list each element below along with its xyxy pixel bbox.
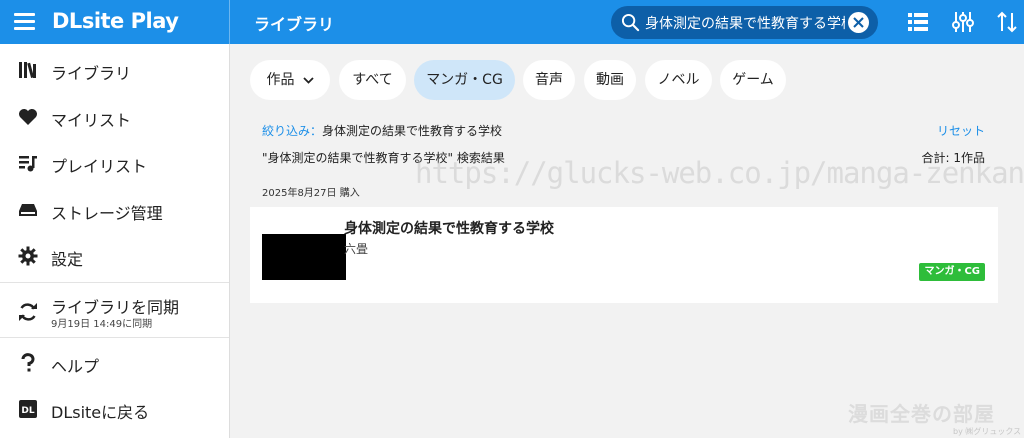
sidebar: ライブラリ マイリスト プレイリスト ストレージ管理 設定 ライブラリを同期 9… xyxy=(0,44,230,438)
storage-icon xyxy=(19,204,37,216)
sidebar-item-library[interactable]: ライブラリ xyxy=(0,47,229,93)
refine-key: 絞り込み： xyxy=(262,124,323,138)
filter-sliders-icon[interactable] xyxy=(951,10,975,34)
sidebar-item-label: ライブラリ xyxy=(51,64,132,83)
playlist-icon xyxy=(19,156,37,172)
hamburger-menu-icon[interactable] xyxy=(14,13,35,31)
sidebar-item-storage[interactable]: ストレージ管理 xyxy=(0,187,229,233)
chip-manga-cg[interactable]: マンガ・CG xyxy=(414,60,515,100)
sidebar-item-playlist[interactable]: プレイリスト xyxy=(0,140,229,186)
category-badge: マンガ・CG xyxy=(919,263,985,281)
chip-novel[interactable]: ノベル xyxy=(645,60,712,100)
heart-icon xyxy=(19,109,37,125)
work-title: 身体測定の結果で性教育する学校 xyxy=(344,221,554,237)
chip-audio[interactable]: 音声 xyxy=(523,60,575,100)
sort-icon[interactable] xyxy=(995,10,1019,34)
search-icon xyxy=(621,13,640,32)
refine-info: 絞り込み：身体測定の結果で性教育する学校 xyxy=(262,122,502,139)
svg-text:DL: DL xyxy=(21,406,34,416)
clear-search-icon[interactable] xyxy=(848,12,869,33)
reset-link[interactable]: リセット xyxy=(937,122,985,139)
page-title: ライブラリ xyxy=(254,15,335,34)
help-icon xyxy=(21,353,35,372)
watermark-url: https://glucks-web.co.jp/manga-zenkan/ xyxy=(415,156,1024,190)
sidebar-item-label: 設定 xyxy=(51,250,84,269)
gear-icon xyxy=(18,246,38,266)
work-type-dropdown[interactable]: 作品 xyxy=(250,60,330,100)
work-circle: 六畳 xyxy=(344,242,369,256)
library-icon xyxy=(19,62,36,78)
sidebar-item-label: プレイリスト xyxy=(51,157,148,176)
dropdown-label: 作品 xyxy=(266,72,295,88)
chevron-down-icon xyxy=(302,76,314,84)
list-view-icon[interactable] xyxy=(906,10,930,34)
work-thumbnail xyxy=(262,234,346,280)
top-bar: DLsite Play ライブラリ xyxy=(0,0,1024,44)
corner-watermark-logo: 漫画全巻の部屋 xyxy=(848,402,995,426)
last-sync-time: 9月19日 14:49に同期 xyxy=(51,319,153,330)
sidebar-item-back-to-dlsite[interactable]: DL DLsiteに戻る xyxy=(0,386,229,432)
sidebar-item-mylist[interactable]: マイリスト xyxy=(0,94,229,140)
sidebar-item-label: ヘルプ xyxy=(51,357,100,376)
work-card[interactable]: 身体測定の結果で性教育する学校 六畳 マンガ・CG xyxy=(250,207,998,303)
chip-all[interactable]: すべて xyxy=(339,60,406,100)
sidebar-item-label: ストレージ管理 xyxy=(51,204,163,223)
sidebar-item-settings[interactable]: 設定 xyxy=(0,233,229,279)
sidebar-item-label: マイリスト xyxy=(51,111,132,130)
search-box xyxy=(611,6,878,39)
sidebar-item-label: DLsiteに戻る xyxy=(51,403,150,422)
dlsite-icon: DL xyxy=(19,400,37,418)
chip-game[interactable]: ゲーム xyxy=(720,60,786,100)
sidebar-item-sync[interactable]: ライブラリを同期 9月19日 14:49に同期 xyxy=(0,284,229,336)
purchase-date: 2025年8月27日 購入 xyxy=(262,188,360,199)
chip-video[interactable]: 動画 xyxy=(584,60,636,100)
sidebar-item-help[interactable]: ヘルプ xyxy=(0,340,229,386)
sync-icon xyxy=(19,303,37,321)
brand-area: DLsite Play xyxy=(0,0,230,44)
refine-value: 身体測定の結果で性教育する学校 xyxy=(322,124,503,138)
app-logo[interactable]: DLsite Play xyxy=(52,9,179,33)
search-input[interactable] xyxy=(645,10,845,35)
divider xyxy=(0,282,229,283)
corner-watermark-sub: by ㈱グリュックス xyxy=(953,427,1022,436)
divider xyxy=(0,337,229,338)
